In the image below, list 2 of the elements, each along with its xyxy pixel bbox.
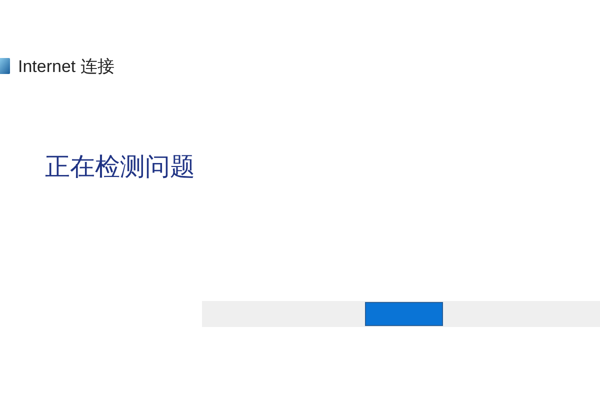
window-title: Internet 连接 <box>18 56 114 78</box>
status-heading: 正在检测问题 <box>45 151 195 183</box>
